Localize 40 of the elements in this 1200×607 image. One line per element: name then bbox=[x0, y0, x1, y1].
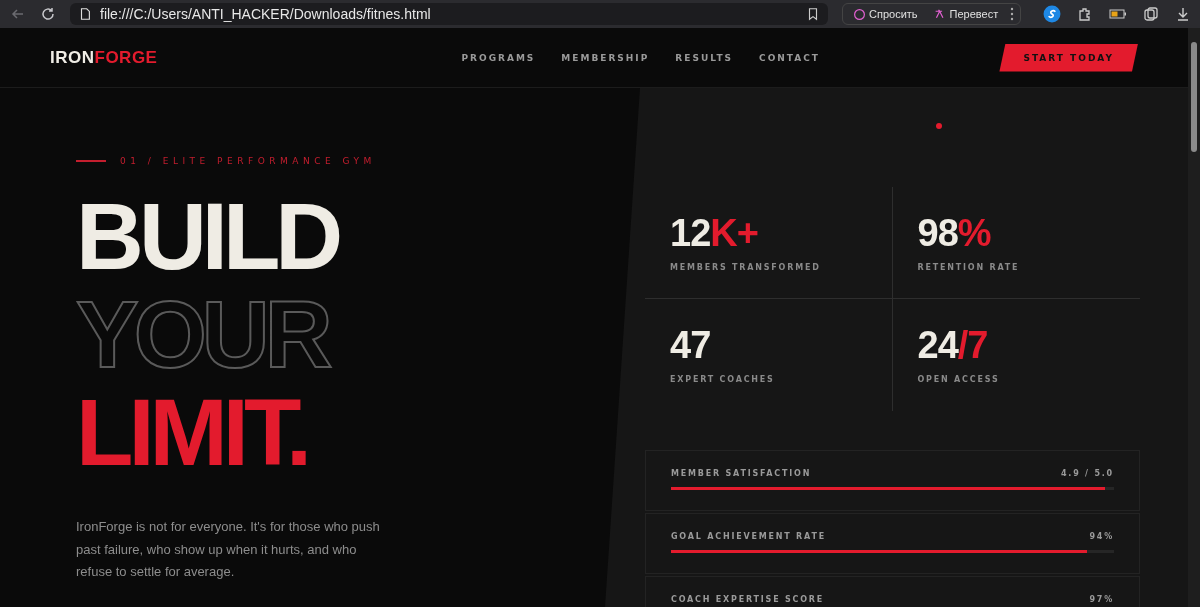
brand-logo[interactable]: IRONFORGE bbox=[50, 47, 158, 68]
stat-value: 12K+ bbox=[670, 211, 758, 255]
metric-reading: 4.9 / 5.0 bbox=[1060, 469, 1114, 478]
collections-icon[interactable] bbox=[1143, 6, 1160, 22]
extension-icon[interactable] bbox=[1043, 5, 1062, 23]
stat-value: 24/7 bbox=[917, 323, 988, 367]
stat-label: MEMBERS TRANSFORMED bbox=[670, 263, 821, 272]
nav-link[interactable]: PROGRAMS bbox=[461, 52, 536, 63]
bookmark-icon[interactable] bbox=[806, 7, 820, 21]
accent-line bbox=[76, 160, 106, 162]
url-text: file:///C:/Users/ANTI_HACKER/Downloads/fitnes.html bbox=[100, 6, 432, 22]
metric-label: COACH EXPERTISE SCORE bbox=[671, 595, 825, 604]
stat-value: 98% bbox=[917, 211, 991, 255]
headline-line: BUILD bbox=[76, 188, 339, 286]
nav-link[interactable]: MEMBERSHIP bbox=[561, 52, 650, 63]
stat-label: RETENTION RATE bbox=[917, 263, 1020, 272]
metric-reading: 94% bbox=[1089, 532, 1114, 541]
battery-icon[interactable] bbox=[1109, 8, 1128, 20]
nav-link[interactable]: RESULTS bbox=[675, 52, 734, 63]
reload-icon[interactable] bbox=[40, 6, 56, 22]
translate-button[interactable]: Перевест bbox=[929, 7, 1003, 21]
address-bar[interactable]: file:///C:/Users/ANTI_HACKER/Downloads/fitnes.html bbox=[70, 3, 828, 25]
page-icon bbox=[78, 7, 92, 21]
scrollbar[interactable] bbox=[1188, 28, 1200, 607]
ask-button[interactable]: Спросить bbox=[849, 7, 922, 21]
stat-label: EXPERT COACHES bbox=[670, 375, 775, 384]
metric-label: MEMBER SATISFACTION bbox=[671, 469, 812, 478]
headline-line: YOUR bbox=[76, 286, 328, 384]
start-button[interactable]: START TODAY bbox=[999, 43, 1138, 72]
section-eyebrow: 01 / ELITE PERFORMANCE GYM bbox=[120, 156, 376, 166]
headline-line: LIMIT. bbox=[76, 384, 308, 482]
hero-description: IronForge is not for everyone. It's for those who push past failure, who show up when it hurts, and who refuse to settle for average. bbox=[76, 518, 381, 581]
more-icon[interactable] bbox=[1010, 7, 1015, 21]
metric-label: GOAL ACHIEVEMENT RATE bbox=[671, 532, 826, 541]
stat-value: 47 bbox=[670, 323, 711, 367]
indicator-dot bbox=[936, 123, 942, 129]
nav-link[interactable]: CONTACT bbox=[759, 52, 820, 63]
scrollbar-thumb[interactable] bbox=[1191, 42, 1197, 152]
stat-label: OPEN ACCESS bbox=[917, 375, 1000, 384]
metric-reading: 97% bbox=[1089, 595, 1114, 604]
